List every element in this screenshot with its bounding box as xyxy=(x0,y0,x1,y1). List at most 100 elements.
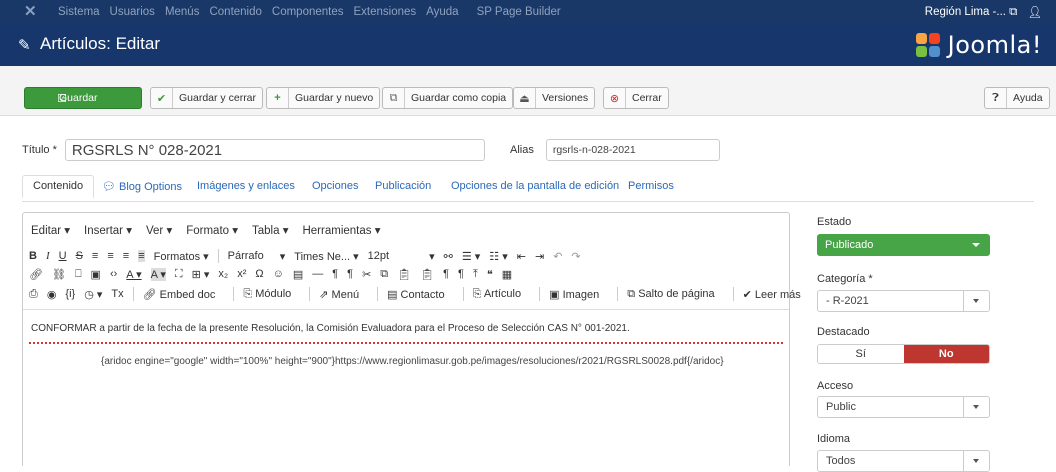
visual-chars-icon[interactable]: ¶ xyxy=(443,268,449,280)
versions-button[interactable]: ⏏ Versiones xyxy=(513,87,596,109)
tab-opciones-pantalla[interactable]: Opciones de la pantalla de edición xyxy=(451,180,619,192)
align-center-icon[interactable]: ≡ xyxy=(107,250,113,262)
save-new-button[interactable]: + Guardar y nuevo xyxy=(266,87,381,109)
joomla-icon[interactable]: ✕ xyxy=(24,4,40,20)
tab-blog-options[interactable]: 💬︎ Blog Options xyxy=(102,180,182,193)
menu-item-sp-page-builder[interactable]: SP Page Builder xyxy=(477,0,561,24)
binoculars-icon[interactable]: ⚯ xyxy=(444,250,453,263)
menu-item-usuarios[interactable]: Usuarios xyxy=(110,0,155,24)
emoticon-icon[interactable]: ☺ xyxy=(273,268,284,280)
language-label: Idioma xyxy=(817,433,851,445)
editor-menu-herramientas[interactable]: Herramientas ▾ xyxy=(302,223,380,237)
menu-item-sistema[interactable]: Sistema xyxy=(58,0,100,24)
editor-menu-editar[interactable]: Editar ▾ xyxy=(31,223,70,237)
close-button[interactable]: ⊗ Cerrar xyxy=(603,87,669,109)
editor-menu-ver[interactable]: Ver ▾ xyxy=(146,223,172,237)
align-left-icon[interactable]: ≡ xyxy=(92,250,98,262)
language-select[interactable]: Todos xyxy=(817,450,990,472)
editor-menu-insertar[interactable]: Insertar ▾ xyxy=(84,223,132,237)
copy-icon[interactable]: ⧉ xyxy=(380,268,388,281)
embed-doc-button[interactable]: 🔗︎ Embed doc xyxy=(143,288,225,301)
indent-icon[interactable]: ⇥ xyxy=(535,250,544,263)
link-icon[interactable]: 🔗︎ xyxy=(29,268,43,281)
tab-imagenes[interactable]: Imágenes y enlaces xyxy=(197,180,295,192)
editor-menu-tabla[interactable]: Tabla ▾ xyxy=(252,223,288,237)
paste-text-icon[interactable]: 📋︎ xyxy=(420,268,434,281)
media-icon[interactable]: ▤ xyxy=(293,268,303,281)
bold-icon[interactable]: B xyxy=(29,250,37,262)
editor-content-area[interactable]: CONFORMAR a partir de la fecha de la pre… xyxy=(23,309,789,467)
text-color-icon[interactable]: A ▾ xyxy=(126,268,141,281)
font-size-dropdown[interactable]: 12pt xyxy=(368,250,389,262)
fullscreen-icon[interactable]: ⛶ xyxy=(175,268,183,281)
title-input[interactable]: RGSRLS N° 028-2021 xyxy=(64,139,485,161)
code-icon[interactable]: ‹› xyxy=(110,268,117,280)
category-select[interactable]: - R-2021 xyxy=(817,290,990,312)
cut-icon[interactable]: ✂ xyxy=(362,268,371,281)
help-button[interactable]: ❓︎ Ayuda xyxy=(984,87,1050,109)
print-icon[interactable]: ⎙ xyxy=(29,288,38,301)
menu-button[interactable]: ⇗ Menú xyxy=(319,288,368,301)
paragraph-dropdown[interactable]: Párrafo xyxy=(228,250,264,262)
special-char-icon[interactable]: Ω xyxy=(255,268,263,280)
menu-item-extensiones[interactable]: Extensiones xyxy=(354,0,417,24)
bookmark-icon[interactable]: ⎕ xyxy=(75,268,82,281)
save-button[interactable]: ☑ Guardar xyxy=(24,87,142,109)
image-button[interactable]: ▣ Imagen xyxy=(549,288,608,301)
strikethrough-icon[interactable]: S xyxy=(76,250,83,262)
image-icon[interactable]: ▣ xyxy=(91,268,101,281)
menu-item-menus[interactable]: Menús xyxy=(165,0,200,24)
template-icon[interactable]: ▦ xyxy=(502,268,512,281)
preview-icon[interactable]: ◉ xyxy=(47,288,57,301)
horizontal-rule-icon[interactable]: — xyxy=(312,268,323,280)
background-color-icon[interactable]: A ▾ xyxy=(150,267,166,281)
align-right-icon[interactable]: ≡ xyxy=(123,250,129,262)
clear-format-icon[interactable]: Tx xyxy=(111,288,123,300)
subscript-icon[interactable]: x₂ xyxy=(218,268,228,280)
site-link[interactable]: Región Lima -... ⧉ xyxy=(925,6,1018,19)
table-icon[interactable]: ⊞ ▾ xyxy=(192,268,210,281)
external-link-icon: ⧉ xyxy=(1009,5,1018,18)
rtl-icon[interactable]: ¶ xyxy=(347,268,353,280)
unlink-icon[interactable]: ⛓ xyxy=(52,268,66,281)
upload-icon[interactable]: ⤒ xyxy=(473,268,478,281)
page-break-button[interactable]: ⧉ Salto de página xyxy=(627,288,723,301)
clock-icon[interactable]: ◷ ▾ xyxy=(84,288,102,301)
save-copy-button[interactable]: ⧉ Guardar como copia xyxy=(382,87,514,109)
editor-menu-formato[interactable]: Formato ▾ xyxy=(186,223,238,237)
tab-contenido[interactable]: Contenido xyxy=(22,175,95,198)
menu-item-componentes[interactable]: Componentes xyxy=(272,0,344,24)
save-close-button[interactable]: ✔ Guardar y cerrar xyxy=(150,87,264,109)
user-icon[interactable]: 👤︎ xyxy=(1027,5,1042,19)
redo-icon[interactable]: ↷ xyxy=(571,250,580,263)
contact-button[interactable]: ▤ Contacto xyxy=(387,288,453,301)
menu-item-contenido[interactable]: Contenido xyxy=(209,0,261,24)
featured-yes-button[interactable]: Sí xyxy=(818,345,904,363)
read-more-button[interactable]: ✔ Leer más xyxy=(743,288,810,301)
menu-item-ayuda[interactable]: Ayuda xyxy=(426,0,458,24)
variable-icon[interactable]: {i} xyxy=(65,288,75,300)
article-button[interactable]: ⎘ Artículo xyxy=(473,288,531,301)
blockquote-icon[interactable]: ❝ xyxy=(487,268,493,281)
alias-input[interactable]: rgsrls-n-028-2021 xyxy=(545,139,720,161)
featured-no-button[interactable]: No xyxy=(903,345,989,363)
tab-permisos[interactable]: Permisos xyxy=(628,180,674,192)
tab-opciones[interactable]: Opciones xyxy=(312,180,358,192)
italic-icon[interactable]: I xyxy=(46,250,50,262)
align-justify-icon[interactable]: ≡ xyxy=(138,250,145,262)
visual-blocks-icon[interactable]: ¶ xyxy=(458,268,464,280)
formats-dropdown[interactable]: Formatos ▾ xyxy=(154,250,209,263)
tab-publicacion[interactable]: Publicación xyxy=(375,180,431,192)
undo-icon[interactable]: ↶ xyxy=(553,250,562,263)
outdent-icon[interactable]: ⇤ xyxy=(517,250,526,263)
bullet-list-icon[interactable]: ☰ ▾ xyxy=(462,250,480,263)
paste-icon[interactable]: 📋︎ xyxy=(397,268,411,281)
ltr-icon[interactable]: ¶ xyxy=(332,268,338,280)
access-select[interactable]: Public xyxy=(817,396,990,418)
module-button[interactable]: ⎘ Módulo xyxy=(243,288,300,301)
superscript-icon[interactable]: x² xyxy=(237,268,246,280)
numbered-list-icon[interactable]: ☷ ▾ xyxy=(489,250,507,263)
underline-icon[interactable]: U xyxy=(59,250,67,262)
status-select[interactable]: Publicado xyxy=(817,234,990,256)
font-dropdown[interactable]: Times Ne... ▾ xyxy=(294,250,358,263)
